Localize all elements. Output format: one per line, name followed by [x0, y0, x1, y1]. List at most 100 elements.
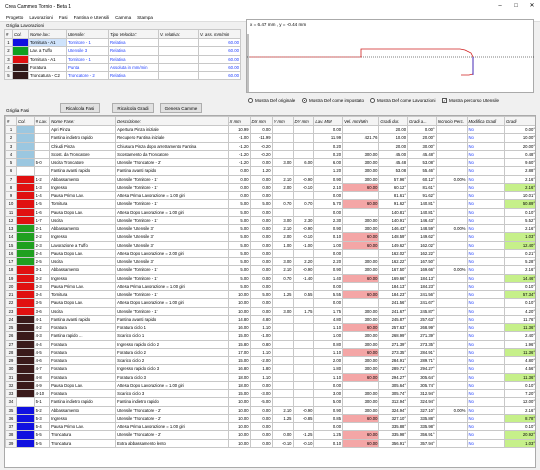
nome-lavorazione-cell[interactable]: Tornitura - A1	[28, 37, 67, 48]
color-swatch[interactable]	[16, 331, 35, 341]
fase-cell[interactable]: Attesa Dopo Lavorazione = 2.00 giri	[115, 248, 229, 259]
fase-cell[interactable]: 1-6	[33, 207, 51, 217]
fase-cell[interactable]: 81.61°	[378, 190, 409, 201]
fase-cell[interactable]	[271, 248, 294, 259]
fase-cell[interactable]: No	[466, 124, 505, 135]
lavorazioni-header-cell[interactable]: Utensile:	[66, 29, 109, 39]
color-swatch[interactable]	[12, 37, 29, 48]
fase-cell[interactable]: 0.00°	[503, 124, 535, 135]
fase-cell[interactable]: 5.00	[227, 240, 251, 250]
fase-row[interactable]: 18 3-1 Abbassamento Utensile 'Tornitore - 1…	[5, 265, 535, 275]
option-percorso-utensile[interactable]: ✓ Mostra percorso Utensile	[442, 98, 499, 103]
fase-cell[interactable]: 0.00	[249, 281, 273, 292]
fase-cell[interactable]: 300.00	[342, 256, 380, 267]
fase-cell[interactable]	[435, 232, 468, 242]
fase-cell[interactable]: Attesa Dopo Lavorazione = 1.00 giri	[115, 298, 229, 308]
fase-cell[interactable]: 0.00	[249, 413, 273, 424]
fase-row[interactable]: 4 Scost. da Troncatore Scostamento da Tron…	[5, 149, 535, 160]
fase-cell[interactable]: 5-4	[33, 421, 51, 432]
griglia-lavorazioni-table[interactable]: # Col. Nome lav.: Utensile: Tipo Velocita': V…	[4, 29, 241, 81]
fase-cell[interactable]: No	[466, 149, 505, 160]
fase-cell[interactable]: Fantina indietro rapido	[49, 133, 117, 143]
fase-cell[interactable]	[292, 355, 315, 366]
fase-cell[interactable]	[435, 124, 468, 135]
fase-cell[interactable]	[33, 166, 51, 176]
fase-cell[interactable]	[292, 133, 315, 143]
fase-cell[interactable]: 15.00	[227, 355, 251, 366]
fase-cell[interactable]	[435, 421, 468, 432]
color-swatch[interactable]	[16, 421, 35, 432]
fase-cell[interactable]: 11.76°	[503, 314, 535, 325]
fase-cell[interactable]: 60.00	[342, 372, 380, 382]
fase-cell[interactable]: 271.39°	[407, 331, 437, 341]
fase-cell[interactable]: 5.00	[227, 281, 251, 292]
fase-row[interactable]: 20 3-3 Pausa Primo Lav. Attesa Prima Lavora…	[5, 281, 535, 292]
fase-cell[interactable]: 0.00	[227, 166, 251, 176]
fase-row[interactable]: 11 1-6 Pausa Dopo Lav. Attesa Dopo Lavorazi…	[5, 207, 535, 217]
fase-cell[interactable]: No	[466, 207, 505, 217]
fase-cell[interactable]	[271, 141, 294, 151]
fase-cell[interactable]	[342, 281, 380, 292]
color-swatch[interactable]	[16, 388, 35, 399]
fase-cell[interactable]	[292, 149, 315, 160]
fase-cell[interactable]	[435, 331, 468, 341]
fase-row[interactable]: 1 Apri Pinza Apertura Pinza iniziale 10.99 0…	[5, 124, 535, 135]
fase-cell[interactable]: 5.00	[227, 215, 251, 226]
fase-cell[interactable]: 5-0	[33, 157, 51, 168]
fase-cell[interactable]	[271, 314, 294, 325]
fase-cell[interactable]: 10.00	[227, 397, 251, 407]
fase-cell[interactable]: 300.00	[342, 306, 380, 316]
fase-cell[interactable]: -1.40	[292, 273, 315, 283]
fase-cell[interactable]: No	[466, 256, 505, 267]
fase-cell[interactable]: Pausa Dopo Lav.	[49, 248, 117, 259]
fase-cell[interactable]	[271, 298, 294, 308]
fase-cell[interactable]	[435, 438, 468, 448]
color-swatch[interactable]	[12, 46, 29, 56]
nome-lavorazione-cell[interactable]: Troncatura - C2	[28, 70, 67, 81]
fase-cell[interactable]: No	[466, 355, 505, 366]
fase-cell[interactable]: 0.00	[227, 190, 251, 201]
color-swatch[interactable]	[16, 397, 35, 407]
fase-cell[interactable]: 3-1	[33, 265, 51, 275]
fase-cell[interactable]	[292, 380, 315, 391]
fase-cell[interactable]: Scost. da Troncatore	[49, 149, 117, 160]
fase-cell[interactable]: Abbassamento	[49, 405, 117, 415]
fase-cell[interactable]: Foratura ciclo 3	[115, 372, 229, 382]
fase-cell[interactable]: 0.00	[313, 248, 344, 259]
utensile-cell[interactable]: Tornitore - 1	[66, 37, 109, 48]
fase-cell[interactable]: 2.10	[271, 405, 294, 415]
fase-cell[interactable]: -0.20	[249, 141, 273, 151]
fase-cell[interactable]: 241.56°	[378, 298, 409, 308]
fase-cell[interactable]	[292, 124, 315, 135]
fase-cell[interactable]	[435, 298, 468, 308]
fase-cell[interactable]: 0.00	[313, 421, 344, 432]
fase-cell[interactable]: -2.00	[249, 355, 273, 366]
fase-cell[interactable]: 2.00	[271, 232, 294, 242]
nome-lavorazione-cell[interactable]: Foratura	[28, 62, 67, 73]
fase-cell[interactable]: 10.01°	[503, 190, 535, 201]
fase-cell[interactable]: 0.00	[271, 430, 294, 440]
fase-cell[interactable]: Utensile 'Troncatore - 2'	[115, 430, 229, 440]
color-swatch[interactable]	[12, 62, 29, 73]
fase-cell[interactable]: Chiusura Pinza dopo arretramento Fantina	[115, 141, 229, 151]
fase-cell[interactable]: Fantina avanti rapido	[49, 314, 117, 325]
fasi-header-cell[interactable]: Lav. MM	[313, 116, 344, 126]
radio-icon[interactable]	[248, 98, 253, 103]
fase-cell[interactable]: 3-4	[33, 289, 51, 300]
color-swatch[interactable]	[16, 166, 35, 176]
fase-cell[interactable]: 1.25	[271, 289, 294, 300]
fase-cell[interactable]: 3.00	[271, 306, 294, 316]
fase-row[interactable]: 29 4-6 Foratura Scarico ciclo 2 15.00 -2.00 2.…	[5, 355, 535, 366]
fase-cell[interactable]: 335.98°	[407, 421, 437, 432]
fase-cell[interactable]: 1.00	[271, 240, 294, 250]
fase-cell[interactable]: 0.48°	[503, 149, 535, 160]
fase-cell[interactable]: No	[466, 314, 505, 325]
fase-cell[interactable]: Apri Pinza	[49, 124, 117, 135]
fase-row[interactable]: 31 4-8 Foratura Foratura ciclo 3 18.00 1.10 1.…	[5, 372, 535, 382]
fase-row[interactable]: 3 Chiudi Pinza Chiusura Pinza dopo arretra…	[5, 141, 535, 151]
color-swatch[interactable]	[16, 273, 35, 283]
fase-cell[interactable]: 5-5	[33, 430, 51, 440]
fase-cell[interactable]: 14.46°	[503, 273, 535, 283]
fase-cell[interactable]: Troncatura	[49, 438, 117, 448]
fase-row[interactable]: 28 4-5 Foratura Foratura ciclo 2 17.00 1.10 1.…	[5, 347, 535, 358]
